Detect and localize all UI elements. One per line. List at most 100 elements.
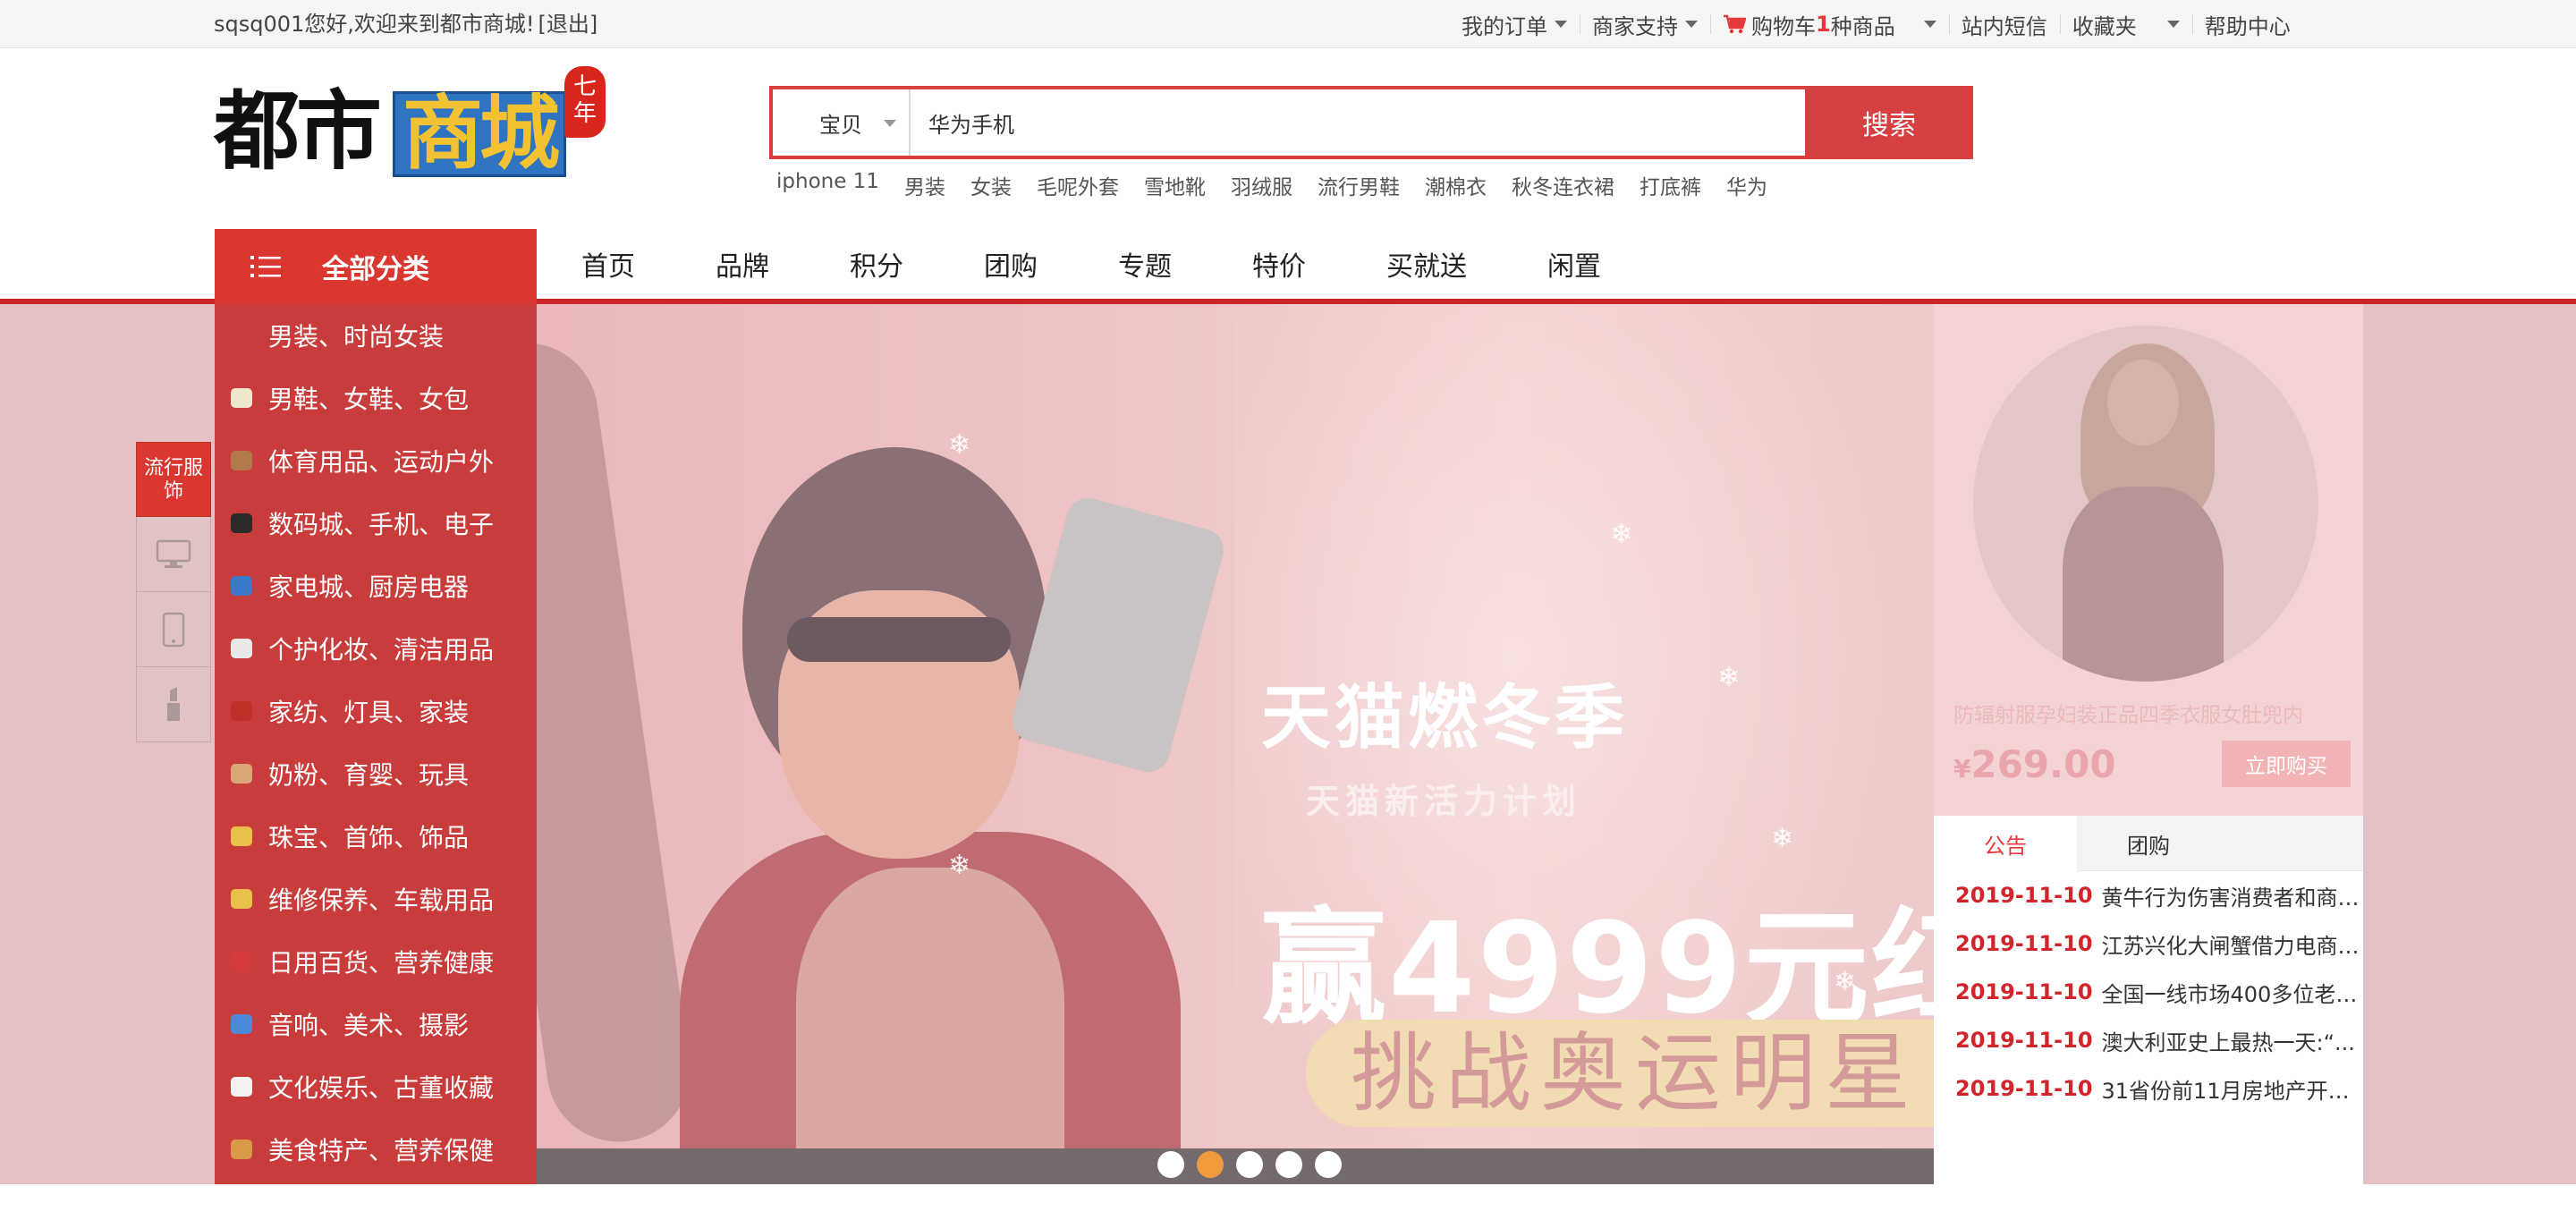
- category-icon-shape: [231, 639, 252, 658]
- athlete-image: [644, 367, 1225, 1184]
- nav-item[interactable]: 专题: [1118, 244, 1172, 284]
- tab-group-buy[interactable]: 团购: [2077, 816, 2220, 871]
- site-messages-label: 站内短信: [1961, 13, 2047, 39]
- site-messages-link[interactable]: 站内短信: [1948, 0, 2060, 48]
- my-orders-link[interactable]: 我的订单: [1449, 0, 1580, 48]
- category-item[interactable]: 美食特产、营养保健: [215, 1118, 537, 1181]
- help-center-link[interactable]: 帮助中心: [2191, 0, 2303, 48]
- monitor-icon: [156, 539, 191, 568]
- tab-announcements[interactable]: 公告: [1934, 816, 2077, 871]
- search-button[interactable]: 搜索: [1805, 86, 1973, 159]
- floor-nav-beauty[interactable]: [136, 667, 211, 742]
- lipstick-icon: [167, 686, 180, 721]
- my-orders-label: 我的订单: [1462, 13, 1547, 39]
- notice-item[interactable]: 2019-11-10 江苏兴化大闸蟹借力电商抢...: [1934, 919, 2363, 968]
- hot-word-link[interactable]: 女装: [970, 170, 1012, 200]
- category-item[interactable]: 男鞋、女鞋、女包: [215, 367, 537, 429]
- bottom-edge: [0, 1184, 2576, 1220]
- category-item[interactable]: 家电城、厨房电器: [215, 555, 537, 617]
- category-item[interactable]: 个护化妆、清洁用品: [215, 617, 537, 680]
- category-label: 家电城、厨房电器: [268, 572, 470, 602]
- model-head: [2107, 360, 2179, 445]
- hot-word-link[interactable]: 秋冬连衣裙: [1512, 170, 1614, 200]
- hot-word-link[interactable]: iphone 11: [776, 170, 879, 200]
- help-center-label: 帮助中心: [2204, 13, 2291, 39]
- hot-word-link[interactable]: 羽绒服: [1231, 170, 1292, 200]
- hot-word-link[interactable]: 潮棉衣: [1425, 170, 1487, 200]
- category-icon-shape: [231, 826, 252, 846]
- carousel-dot[interactable]: [1157, 1151, 1184, 1178]
- category-item[interactable]: 音响、美术、摄影: [215, 993, 537, 1055]
- hot-word-link[interactable]: 男装: [904, 170, 945, 200]
- category-item[interactable]: 数码城、手机、电子: [215, 492, 537, 555]
- category-label: 男装、时尚女装: [268, 322, 445, 352]
- category-label: 日用百货、营养健康: [268, 948, 495, 978]
- category-icon-shape: [231, 1077, 252, 1097]
- category-icon-shape: [231, 952, 252, 971]
- floor-nav-active[interactable]: 流行服饰: [136, 442, 211, 517]
- floor-nav-digital[interactable]: [136, 517, 211, 592]
- logo-text-colored: 商城: [402, 86, 560, 181]
- carousel-dot[interactable]: [1315, 1151, 1342, 1178]
- nav-item[interactable]: 闲置: [1547, 244, 1601, 284]
- cart-link[interactable]: 购物车 1 种商品: [1710, 0, 1949, 48]
- category-icon-shape: [231, 889, 252, 909]
- bag-icon: [227, 697, 256, 725]
- camera-icon: [227, 509, 256, 538]
- favorites-link[interactable]: 收藏夹: [2059, 0, 2192, 48]
- notice-item[interactable]: 2019-11-10 31省份前11月房地产开发投...: [1934, 1064, 2363, 1113]
- nav-item[interactable]: 品牌: [716, 244, 769, 284]
- notice-item[interactable]: 2019-11-10 全国一线市场400多位老板...: [1934, 968, 2363, 1016]
- hot-word-link[interactable]: 流行男鞋: [1318, 170, 1400, 200]
- notice-date: 2019-11-10: [1955, 1028, 2093, 1053]
- burger-icon: [227, 1135, 256, 1164]
- category-item[interactable]: 维修保养、车载用品: [215, 868, 537, 930]
- merchant-support-link[interactable]: 商家支持: [1580, 0, 1710, 48]
- cart-label-prefix: 购物车: [1751, 13, 1816, 39]
- cosmetics-icon: [227, 634, 256, 663]
- carousel-dot[interactable]: [1275, 1151, 1302, 1178]
- hot-word-link[interactable]: 打底裤: [1640, 170, 1701, 200]
- hero-banner[interactable]: ❄ ❄ ❄ ❄ ❄ ❄ 天猫燃冬季 天猫新活力计划 赢4999元红 挑战奥运明星: [537, 304, 1934, 1184]
- snowflake-icon: ❄: [948, 850, 971, 881]
- notice-date: 2019-11-10: [1955, 979, 2093, 1004]
- site-logo[interactable]: 都市 商城 七年: [214, 64, 616, 190]
- nav-item[interactable]: 首页: [581, 244, 635, 284]
- category-item[interactable]: 珠宝、首饰、饰品: [215, 805, 537, 868]
- hot-word-link[interactable]: 雪地靴: [1144, 170, 1206, 200]
- category-item[interactable]: 奶粉、育婴、玩具: [215, 742, 537, 805]
- chevron-down-icon: [1555, 21, 1567, 28]
- hot-word-link[interactable]: 毛呢外套: [1037, 170, 1119, 200]
- notice-item[interactable]: 2019-11-10 澳大利亚史上最热一天:“...: [1934, 1016, 2363, 1064]
- nav-item[interactable]: 积分: [850, 244, 903, 284]
- search-type-select[interactable]: 宝贝: [773, 89, 911, 156]
- category-item[interactable]: 文化娱乐、古董收藏: [215, 1055, 537, 1118]
- featured-product[interactable]: 防辐射服孕妇装正品四季衣服女肚兜内 ¥269.00 立即购买: [1934, 304, 2363, 816]
- category-item[interactable]: 日用百货、营养健康: [215, 930, 537, 993]
- all-categories-button[interactable]: 全部分类: [215, 229, 537, 304]
- ball-icon: [227, 446, 256, 475]
- search-input[interactable]: [911, 89, 1805, 156]
- category-label: 维修保养、车载用品: [268, 885, 495, 915]
- notice-item[interactable]: 2019-11-10 黄牛行为伤害消费者和商家...: [1934, 871, 2363, 919]
- logout-link[interactable]: [退出]: [538, 12, 598, 37]
- carousel-dots: [1157, 1151, 1354, 1178]
- chevron-down-icon: [2166, 21, 2180, 28]
- category-item[interactable]: 体育用品、运动户外: [215, 429, 537, 492]
- logo-seal: 七年: [564, 66, 606, 138]
- category-icon-shape: [231, 1140, 252, 1159]
- buy-now-button[interactable]: 立即购买: [2222, 741, 2351, 787]
- right-panel: 防辐射服孕妇装正品四季衣服女肚兜内 ¥269.00 立即购买 公告 团购 2019…: [1934, 304, 2363, 1184]
- hot-word-link[interactable]: 华为: [1726, 170, 1767, 200]
- nav-item[interactable]: 团购: [984, 244, 1038, 284]
- nav-item[interactable]: 买就送: [1386, 244, 1467, 284]
- nav-item[interactable]: 特价: [1252, 244, 1306, 284]
- cart-label-suffix: 种商品: [1830, 13, 1895, 39]
- milk-icon: [227, 759, 256, 788]
- category-item[interactable]: 男装、时尚女装: [215, 304, 537, 367]
- welcome-message: sqsq001您好,欢迎来到都市商城! [退出]: [214, 0, 597, 48]
- floor-nav-phone[interactable]: [136, 592, 211, 667]
- category-item[interactable]: 家纺、灯具、家装: [215, 680, 537, 742]
- carousel-dot[interactable]: [1236, 1151, 1263, 1178]
- carousel-dot[interactable]: [1197, 1151, 1224, 1178]
